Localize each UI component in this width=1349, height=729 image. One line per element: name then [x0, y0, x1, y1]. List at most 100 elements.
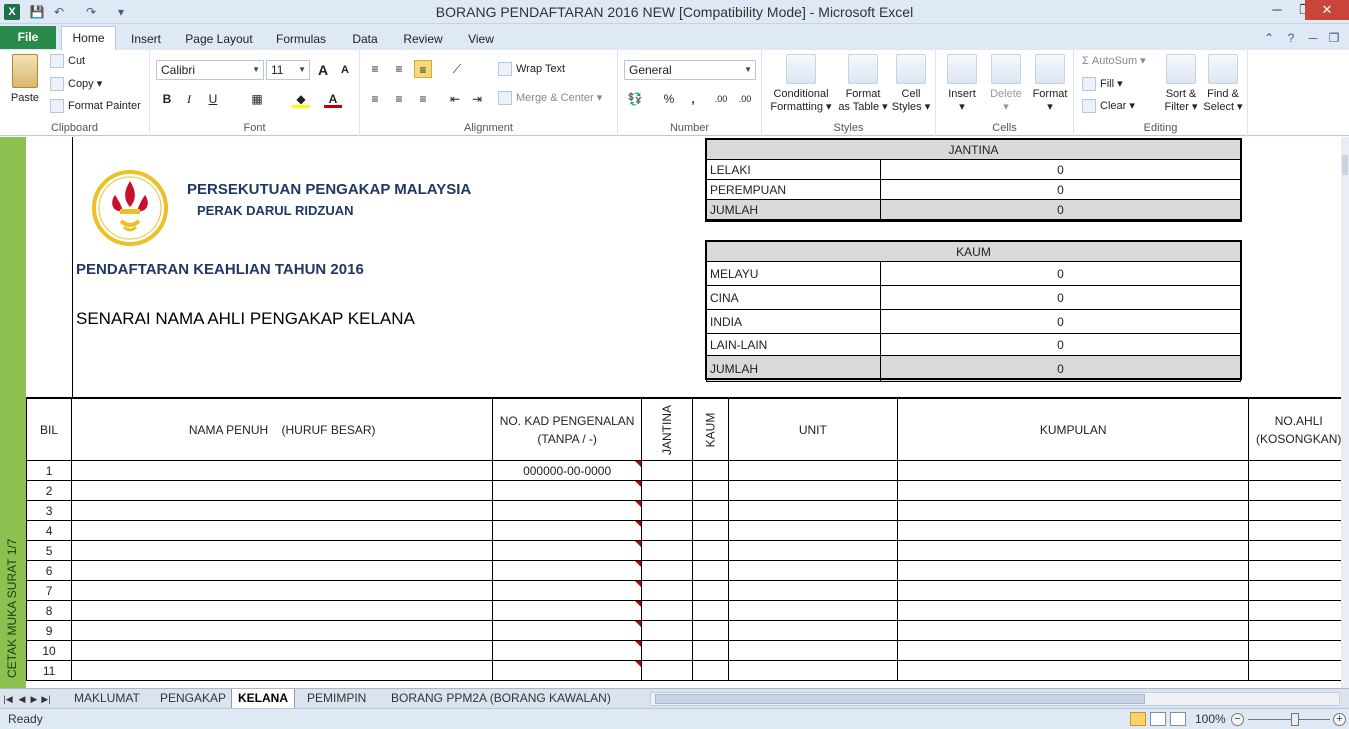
cell-unit[interactable]	[727, 560, 898, 581]
align-bottom-icon[interactable]: ≡	[414, 60, 432, 78]
col-kaum-header[interactable]: KAUM	[692, 398, 729, 461]
cell-bil[interactable]: 2	[25, 480, 73, 501]
tab-file[interactable]: File	[0, 26, 56, 49]
fill-color-icon[interactable]: ◆	[292, 90, 310, 108]
col-kumpulan-header[interactable]: KUMPULAN	[896, 398, 1250, 461]
workbook-restore-icon[interactable]: ❐	[1326, 30, 1342, 46]
scroll-thumb[interactable]	[1342, 155, 1348, 175]
zoom-slider-knob[interactable]	[1291, 713, 1299, 726]
cell-jantina[interactable]	[641, 580, 694, 601]
cell-jantina[interactable]	[641, 460, 694, 481]
cell-nama[interactable]	[71, 540, 494, 561]
cell-kaum[interactable]	[692, 580, 729, 601]
font-name-combo[interactable]: Calibri ▼	[156, 60, 264, 80]
cell-kad[interactable]	[492, 540, 643, 561]
underline-button[interactable]: U	[204, 90, 222, 108]
cell-unit[interactable]	[727, 480, 898, 501]
cell-kad[interactable]	[492, 560, 643, 581]
shrink-font-button[interactable]: A	[336, 61, 354, 79]
cell-nama[interactable]	[71, 500, 494, 521]
col-unit-header[interactable]: UNIT	[727, 398, 898, 461]
decrease-decimal-button[interactable]: .00	[734, 90, 756, 108]
cell-noahli[interactable]	[1248, 600, 1349, 621]
cell-kaum[interactable]	[692, 460, 729, 481]
help-icon[interactable]: ?	[1283, 30, 1299, 46]
cell-jantina[interactable]	[641, 640, 694, 661]
cell-noahli[interactable]	[1248, 560, 1349, 581]
cell-jantina[interactable]	[641, 660, 694, 681]
align-middle-icon[interactable]: ≡	[390, 60, 408, 78]
format-painter-button[interactable]: Format Painter	[50, 99, 141, 113]
cell-kad[interactable]	[492, 620, 643, 641]
sort-filter-button[interactable]: Sort & Filter ▾	[1160, 54, 1202, 114]
summary-label[interactable]: LAIN-LAIN	[706, 333, 881, 356]
cell-kad[interactable]	[492, 580, 643, 601]
cell-noahli[interactable]	[1248, 540, 1349, 561]
col-bil-header[interactable]: BIL	[25, 398, 73, 461]
cell-bil[interactable]: 7	[25, 580, 73, 601]
sheet-tab-kelana[interactable]: KELANA	[231, 689, 295, 708]
summary-label[interactable]: CINA	[706, 285, 881, 310]
summary-total-label[interactable]: JUMLAH	[706, 199, 881, 220]
autosum-button[interactable]: Σ AutoSum ▾	[1082, 54, 1146, 67]
cell-bil[interactable]: 4	[25, 520, 73, 541]
cell-kumpulan[interactable]	[896, 560, 1250, 581]
paste-button[interactable]: Paste	[6, 54, 44, 105]
summary-label[interactable]: INDIA	[706, 309, 881, 334]
first-sheet-icon[interactable]: |◀	[2, 691, 14, 707]
cell-bil[interactable]: 10	[25, 640, 73, 661]
align-left-icon[interactable]: ≡	[366, 90, 384, 108]
summary-value[interactable]: 0	[880, 179, 1241, 200]
col-kad-header[interactable]: NO. KAD PENGENALAN (TANPA / -)	[492, 398, 643, 461]
cell-unit[interactable]	[727, 600, 898, 621]
merge-center-button[interactable]: Merge & Center ▾	[498, 91, 602, 106]
summary-label[interactable]: PEREMPUAN	[706, 179, 881, 200]
cell-kaum[interactable]	[692, 640, 729, 661]
cell-kad[interactable]	[492, 660, 643, 681]
horizontal-scrollbar[interactable]	[650, 692, 1340, 706]
wrap-text-button[interactable]: Wrap Text	[498, 62, 565, 76]
col-noahli-header[interactable]: NO.AHLI (KOSONGKAN)	[1248, 398, 1349, 461]
cell-unit[interactable]	[727, 640, 898, 661]
cell-jantina[interactable]	[641, 600, 694, 621]
cell-bil[interactable]: 11	[25, 660, 73, 681]
cell-unit[interactable]	[727, 460, 898, 481]
find-select-button[interactable]: Find & Select ▾	[1202, 54, 1244, 114]
cell-unit[interactable]	[727, 580, 898, 601]
conditional-formatting-button[interactable]: Conditional Formatting ▾	[766, 54, 836, 114]
cell-noahli[interactable]	[1248, 500, 1349, 521]
sheet-tab-pemimpin[interactable]: PEMIMPIN	[301, 689, 372, 708]
decrease-indent-icon[interactable]: ⇤	[446, 90, 464, 108]
cell-bil[interactable]: 1	[25, 460, 73, 481]
zoom-slider[interactable]	[1248, 719, 1330, 720]
vertical-scrollbar[interactable]	[1341, 137, 1349, 688]
cell-bil[interactable]: 5	[25, 540, 73, 561]
cell-kumpulan[interactable]	[896, 480, 1250, 501]
summary-total-label[interactable]: JUMLAH	[706, 355, 881, 382]
cell-kumpulan[interactable]	[896, 500, 1250, 521]
fill-button[interactable]: Fill ▾	[1082, 77, 1123, 92]
cell-bil[interactable]: 6	[25, 560, 73, 581]
format-as-table-button[interactable]: Format as Table ▾	[838, 54, 888, 114]
cell-kumpulan[interactable]	[896, 520, 1250, 541]
cell-bil[interactable]: 3	[25, 500, 73, 521]
cell-kaum[interactable]	[692, 660, 729, 681]
borders-icon[interactable]: ▦	[248, 90, 266, 108]
cell-kad[interactable]	[492, 640, 643, 661]
cell-nama[interactable]	[71, 480, 494, 501]
cell-unit[interactable]	[727, 520, 898, 541]
col-jantina-header[interactable]: JANTINA	[641, 398, 694, 461]
increase-indent-icon[interactable]: ⇥	[468, 90, 486, 108]
cell-kad[interactable]: 000000-00-0000	[492, 460, 643, 481]
cell-jantina[interactable]	[641, 500, 694, 521]
cell-kaum[interactable]	[692, 500, 729, 521]
italic-button[interactable]: I	[180, 90, 198, 108]
cell-kad[interactable]	[492, 500, 643, 521]
cell-kaum[interactable]	[692, 560, 729, 581]
summary-label[interactable]: MELAYU	[706, 261, 881, 286]
number-format-combo[interactable]: General ▼	[624, 60, 756, 80]
cell-nama[interactable]	[71, 580, 494, 601]
summary-value[interactable]: 0	[880, 261, 1241, 286]
cell-jantina[interactable]	[641, 620, 694, 641]
increase-decimal-button[interactable]: .00	[710, 90, 732, 108]
